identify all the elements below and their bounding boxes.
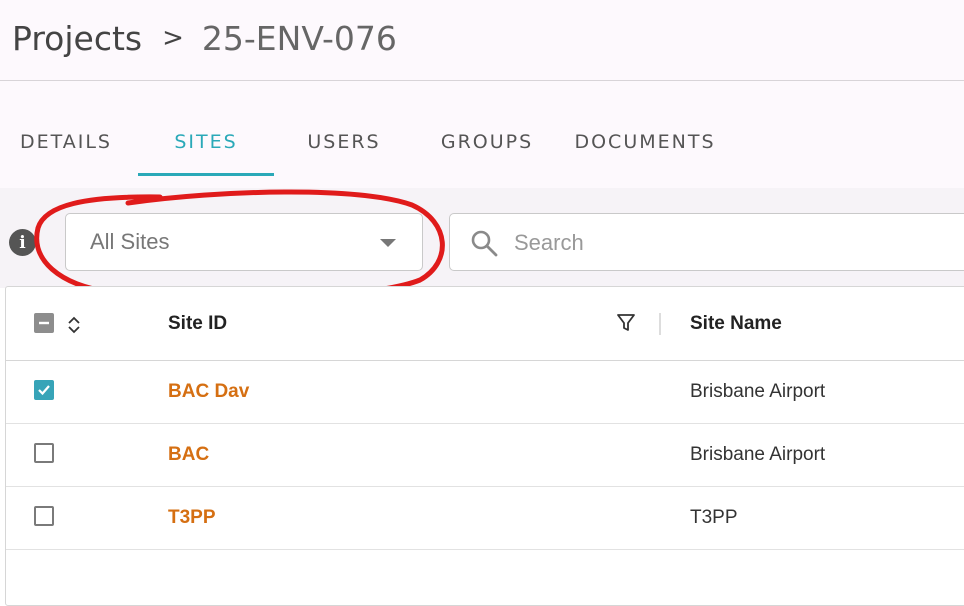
search-icon	[471, 230, 498, 257]
minus-icon	[39, 321, 49, 325]
search-box[interactable]	[449, 213, 964, 271]
site-name-cell: Brisbane Airport	[690, 381, 826, 402]
column-header-site-id[interactable]: Site ID	[168, 313, 227, 335]
breadcrumb-separator: >	[162, 23, 184, 53]
column-divider[interactable]	[659, 313, 661, 335]
breadcrumb-projects-link[interactable]: Projects	[12, 19, 142, 58]
table-row[interactable]: T3PP T3PP	[6, 487, 964, 550]
site-id-cell[interactable]: T3PP	[168, 507, 216, 529]
site-id-cell[interactable]: BAC	[168, 444, 209, 466]
check-icon	[38, 385, 50, 396]
site-name-cell: Brisbane Airport	[690, 444, 826, 465]
tab-groups[interactable]: GROUPS	[414, 81, 560, 188]
site-name-cell: T3PP	[690, 507, 738, 528]
tab-users[interactable]: USERS	[278, 81, 410, 188]
site-filter-value: All Sites	[90, 229, 170, 254]
site-filter-select[interactable]: All Sites	[65, 213, 423, 271]
row-checkbox[interactable]	[34, 443, 54, 463]
info-icon[interactable]: i	[9, 229, 36, 256]
select-all-checkbox[interactable]	[34, 313, 54, 333]
tab-documents[interactable]: DOCUMENTS	[560, 81, 730, 188]
row-checkbox[interactable]	[34, 506, 54, 526]
tab-bar: DETAILS SITES USERS GROUPS DOCUMENTS	[0, 81, 964, 188]
table-row[interactable]: BAC Dav Brisbane Airport	[6, 361, 964, 424]
search-input[interactable]	[512, 222, 936, 264]
filter-icon[interactable]	[616, 312, 636, 334]
site-id-cell[interactable]: BAC Dav	[168, 381, 249, 403]
tab-details[interactable]: DETAILS	[0, 81, 132, 188]
sort-icon[interactable]	[67, 316, 81, 334]
column-header-site-name[interactable]: Site Name	[690, 313, 782, 335]
table-row[interactable]: BAC Brisbane Airport	[6, 424, 964, 487]
tab-sites[interactable]: SITES	[138, 81, 274, 188]
table-header: Site ID Site Name	[6, 287, 964, 361]
breadcrumb-current-project: 25-ENV-076	[201, 18, 397, 58]
page-header: Projects > 25-ENV-076	[0, 0, 964, 81]
sites-table: Site ID Site Name BAC Dav Brisbane Airpo…	[5, 286, 964, 606]
caret-down-icon	[380, 239, 396, 247]
row-checkbox[interactable]	[34, 380, 54, 400]
breadcrumb: Projects > 25-ENV-076	[12, 16, 397, 60]
